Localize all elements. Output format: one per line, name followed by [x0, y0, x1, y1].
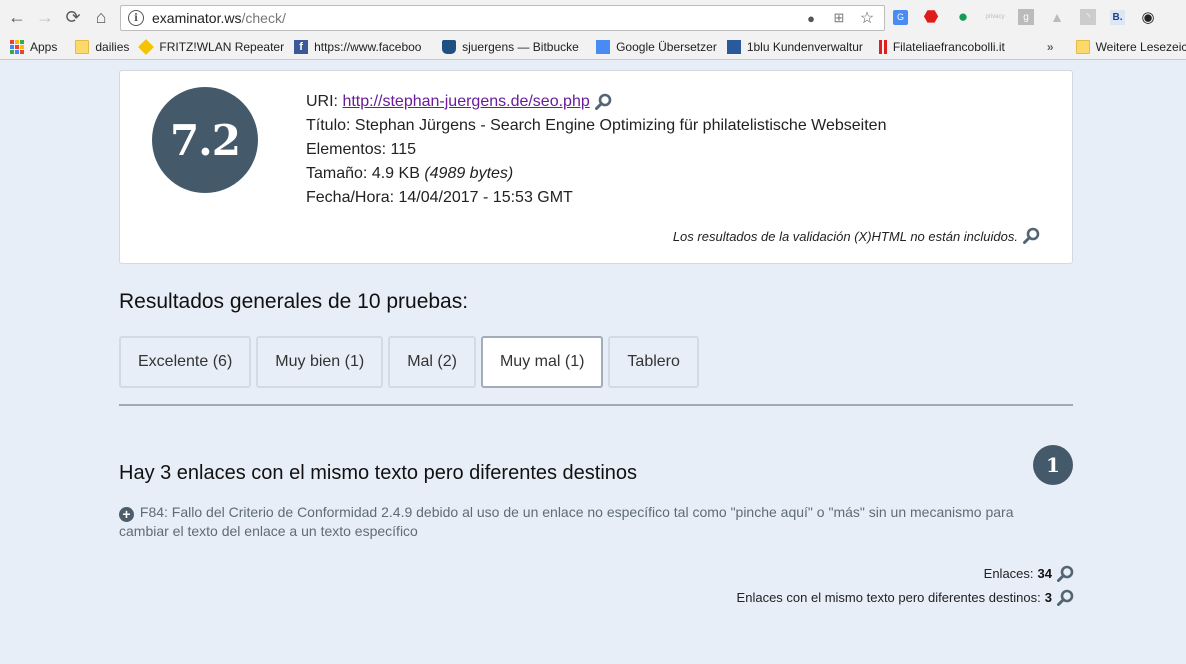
bookmarks-bar: Apps dailies FRITZ!WLAN Repeater f https…	[0, 35, 1186, 60]
datetime-row: Fecha/Hora: 14/04/2017 - 15:53 GMT	[306, 189, 573, 206]
magnifier-icon[interactable]	[1022, 227, 1040, 245]
filatelia-icon	[878, 40, 887, 54]
issue-title: Hay 3 enlaces con el mismo texto pero di…	[119, 462, 638, 484]
uri-row: URI: http://stephan-juergens.de/seo.php	[306, 90, 886, 114]
privacy-choice-icon[interactable]: privacy	[986, 8, 1005, 26]
star-bookmark-icon[interactable]: ☆	[858, 9, 876, 27]
blocked-cookie-icon[interactable]: ●	[802, 9, 820, 27]
translate-icon[interactable]: ⊞	[830, 9, 848, 27]
folder-icon	[1075, 40, 1090, 54]
url-text: examinator.ws/check/	[152, 10, 286, 26]
results-tabs: Excelente (6) Muy bien (1) Mal (2) Muy m…	[119, 336, 699, 388]
bookmark-filatelia[interactable]: Filateliaefrancobolli.it	[878, 40, 1005, 54]
tab-mal[interactable]: Mal (2)	[388, 336, 476, 388]
magnifier-icon[interactable]	[1056, 589, 1074, 607]
bookmark-1blu[interactable]: 1blu Kundenverwaltur	[726, 40, 869, 54]
home-button[interactable]: ⌂	[90, 6, 112, 28]
magnifier-icon[interactable]	[1056, 565, 1074, 583]
elements-row: Elementos: 115	[306, 141, 417, 158]
browser-toolbar: ← → ⟳ ⌂ i examinator.ws/check/ ● ⊞ ☆ G ⬣…	[0, 0, 1186, 35]
bookmark-apps[interactable]: Apps	[10, 40, 57, 54]
hangouts-icon[interactable]: ●	[954, 7, 972, 26]
tab-muy-bien[interactable]: Muy bien (1)	[256, 336, 384, 388]
issue-stats: Enlaces: 34 Enlaces con el mismo texto pe…	[737, 562, 1074, 610]
facebook-icon: f	[294, 40, 309, 54]
summary-card: 7.2 URI: http://stephan-juergens.de/seo.…	[119, 70, 1073, 264]
size-row: Tamaño: 4.9 KB (4989 bytes)	[306, 165, 514, 182]
section-divider	[119, 404, 1073, 406]
uri-link[interactable]: http://stephan-juergens.de/seo.php	[342, 93, 589, 110]
address-bar[interactable]: i examinator.ws/check/ ● ⊞ ☆	[120, 5, 885, 31]
rss-icon[interactable]: ◝	[1080, 9, 1096, 25]
extensions-bar: G ⬣ ● privacy g ▲ ◝ B. ◉	[893, 7, 1157, 26]
results-heading: Resultados generales de 10 pruebas:	[119, 290, 469, 313]
stat-row-links: Enlaces: 34	[737, 562, 1074, 586]
google-plus-icon[interactable]: g	[1018, 9, 1034, 25]
bookmark-fritz[interactable]: FRITZ!WLAN Repeater	[138, 39, 284, 55]
expand-plus-icon[interactable]: +	[119, 506, 134, 522]
apps-grid-icon	[10, 40, 24, 54]
adblock-icon[interactable]: ⬣	[922, 7, 940, 26]
forward-button[interactable]: →	[34, 6, 56, 28]
validation-note: Los resultados de la validación (X)HTML …	[673, 227, 1040, 245]
eye-icon[interactable]: ◉	[1139, 8, 1157, 26]
folder-icon	[75, 40, 90, 54]
title-row: Título: Stephan Jürgens - Search Engine …	[306, 117, 887, 134]
bookmark-dailies[interactable]: dailies	[75, 40, 129, 54]
issue-description: + F84: Fallo del Criterio de Conformidad…	[119, 504, 1014, 539]
tab-muy-mal[interactable]: Muy mal (1)	[480, 336, 604, 388]
score-badge: 7.2	[152, 87, 258, 193]
google-translate-ext-icon[interactable]: G	[893, 9, 908, 25]
magnifier-icon[interactable]	[594, 93, 612, 111]
reload-button[interactable]: ⟳	[62, 6, 84, 28]
site-info-icon[interactable]: i	[128, 10, 144, 26]
page-meta: URI: http://stephan-juergens.de/seo.php …	[306, 90, 886, 210]
bookmark-other-folder[interactable]: Weitere Lesezeichen	[1075, 40, 1186, 54]
1blu-icon	[726, 40, 741, 54]
issue-count-badge: 1	[1033, 445, 1073, 485]
bookmark-google-translate[interactable]: Google Übersetzer	[596, 40, 717, 54]
tab-tablero[interactable]: Tablero	[608, 336, 699, 388]
stat-row-same-text-links: Enlaces con el mismo texto pero diferent…	[737, 586, 1074, 610]
google-drive-icon[interactable]: ▲	[1048, 8, 1066, 26]
bookmarks-overflow-button[interactable]: »	[1047, 40, 1054, 54]
bitbucket-icon	[442, 40, 457, 54]
tab-excelente[interactable]: Excelente (6)	[119, 336, 252, 388]
booking-icon[interactable]: B.	[1110, 9, 1125, 25]
fritz-icon	[138, 39, 155, 55]
back-button[interactable]: ←	[6, 6, 28, 28]
bookmark-facebook[interactable]: f https://www.faceboo	[294, 40, 432, 54]
bookmark-bitbucket[interactable]: sjuergens — Bitbucke	[442, 40, 586, 54]
google-translate-icon	[596, 40, 611, 54]
